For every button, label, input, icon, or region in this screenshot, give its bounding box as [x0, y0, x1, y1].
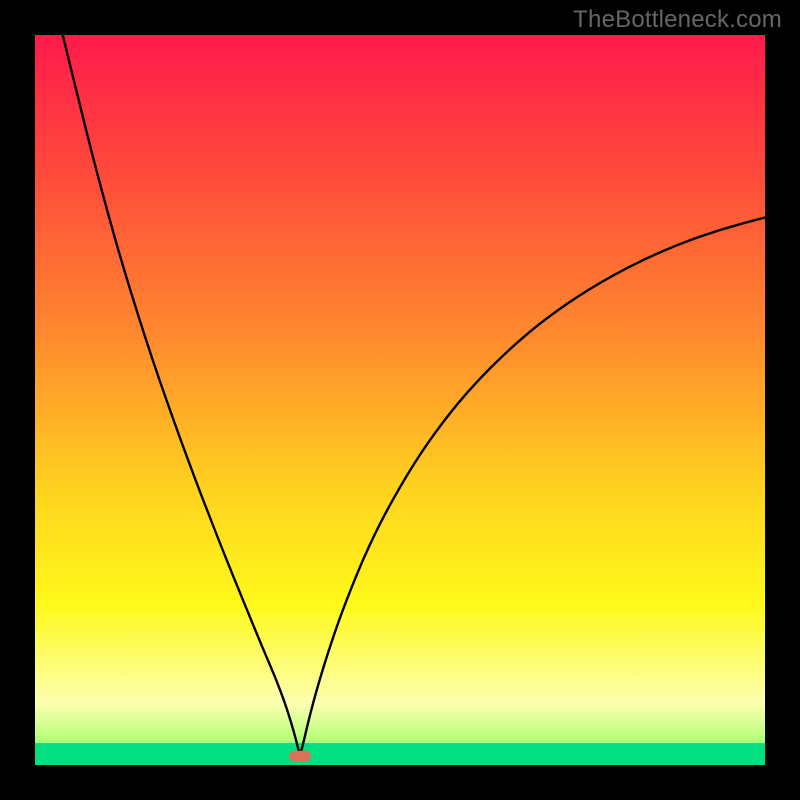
green-band — [35, 743, 765, 765]
watermark-text: TheBottleneck.com — [573, 6, 782, 34]
bottleneck-chart — [35, 35, 765, 765]
gradient-background — [35, 35, 765, 765]
chart-frame: TheBottleneck.com — [0, 0, 800, 800]
plot-area — [35, 35, 765, 765]
optimal-marker — [289, 751, 311, 762]
